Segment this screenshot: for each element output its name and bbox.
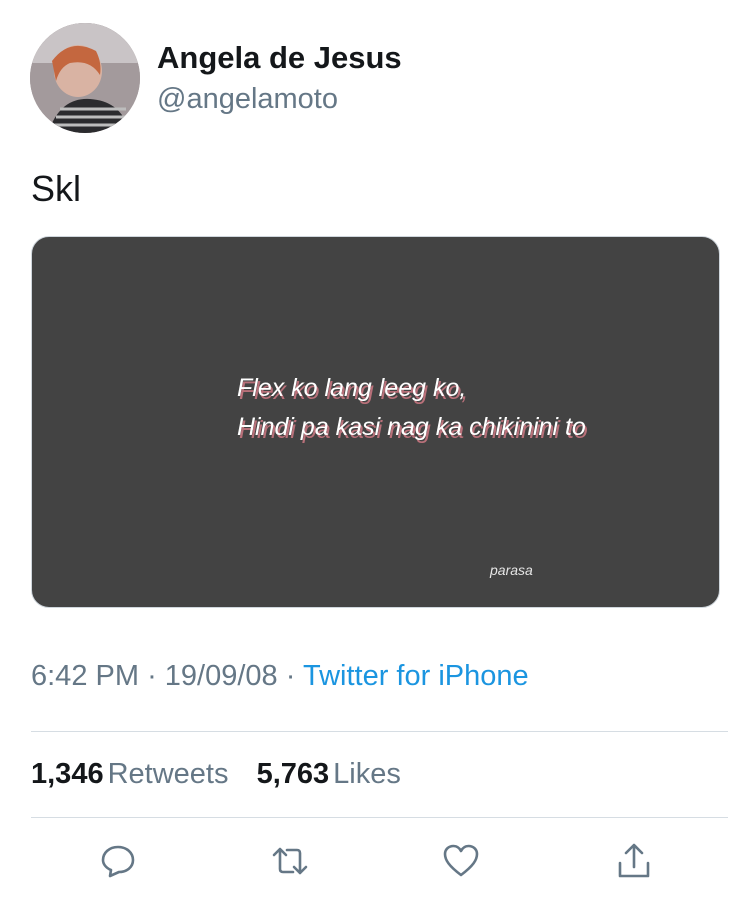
tweet-stats: 1,346 Retweets 5,763 Likes [31, 758, 401, 791]
tweet-time: 6:42 PM [31, 660, 139, 692]
avatar[interactable] [30, 23, 140, 133]
likes-stat[interactable]: 5,763 Likes [257, 758, 401, 790]
tweet-text: Skl [31, 168, 82, 209]
media-watermark: parasa [490, 562, 533, 578]
tweet-source-link[interactable]: Twitter for iPhone [303, 660, 529, 692]
tweet: Angela de Jesus @angelamoto Skl Flex ko … [0, 0, 750, 908]
media-quote-line-2: Hindi pa kasi nag ka chikinini to [237, 413, 586, 441]
retweets-label: Retweets [107, 758, 229, 790]
media-quote-line-1: Flex ko lang leeg ko, [237, 374, 467, 402]
retweets-stat[interactable]: 1,346 Retweets [31, 758, 237, 790]
like-icon [443, 844, 479, 877]
display-name[interactable]: Angela de Jesus [157, 40, 402, 76]
meta-separator: · [147, 660, 157, 692]
avatar-photo [30, 23, 140, 133]
meta-separator: · [285, 660, 296, 692]
likes-label: Likes [333, 758, 401, 790]
likes-count: 5,763 [256, 758, 330, 790]
media-quote: Flex ko lang leeg ko, Hindi pa kasi nag … [237, 369, 586, 447]
user-handle[interactable]: @angelamoto [157, 83, 338, 116]
like-button[interactable] [438, 838, 484, 884]
retweets-count: 1,346 [31, 758, 104, 790]
divider [31, 817, 728, 818]
reply-button[interactable] [95, 838, 141, 884]
share-icon [618, 843, 650, 878]
media-image[interactable]: Flex ko lang leeg ko, Hindi pa kasi nag … [31, 236, 720, 608]
tweet-date: 19/09/08 [164, 660, 278, 692]
action-bar [0, 838, 750, 888]
tweet-meta: 6:42 PM · 19/09/08 · Twitter for iPhone [31, 660, 529, 693]
divider [31, 731, 728, 732]
retweet-icon [272, 847, 308, 875]
share-button[interactable] [611, 838, 657, 884]
reply-icon [101, 845, 135, 878]
retweet-button[interactable] [267, 838, 313, 884]
